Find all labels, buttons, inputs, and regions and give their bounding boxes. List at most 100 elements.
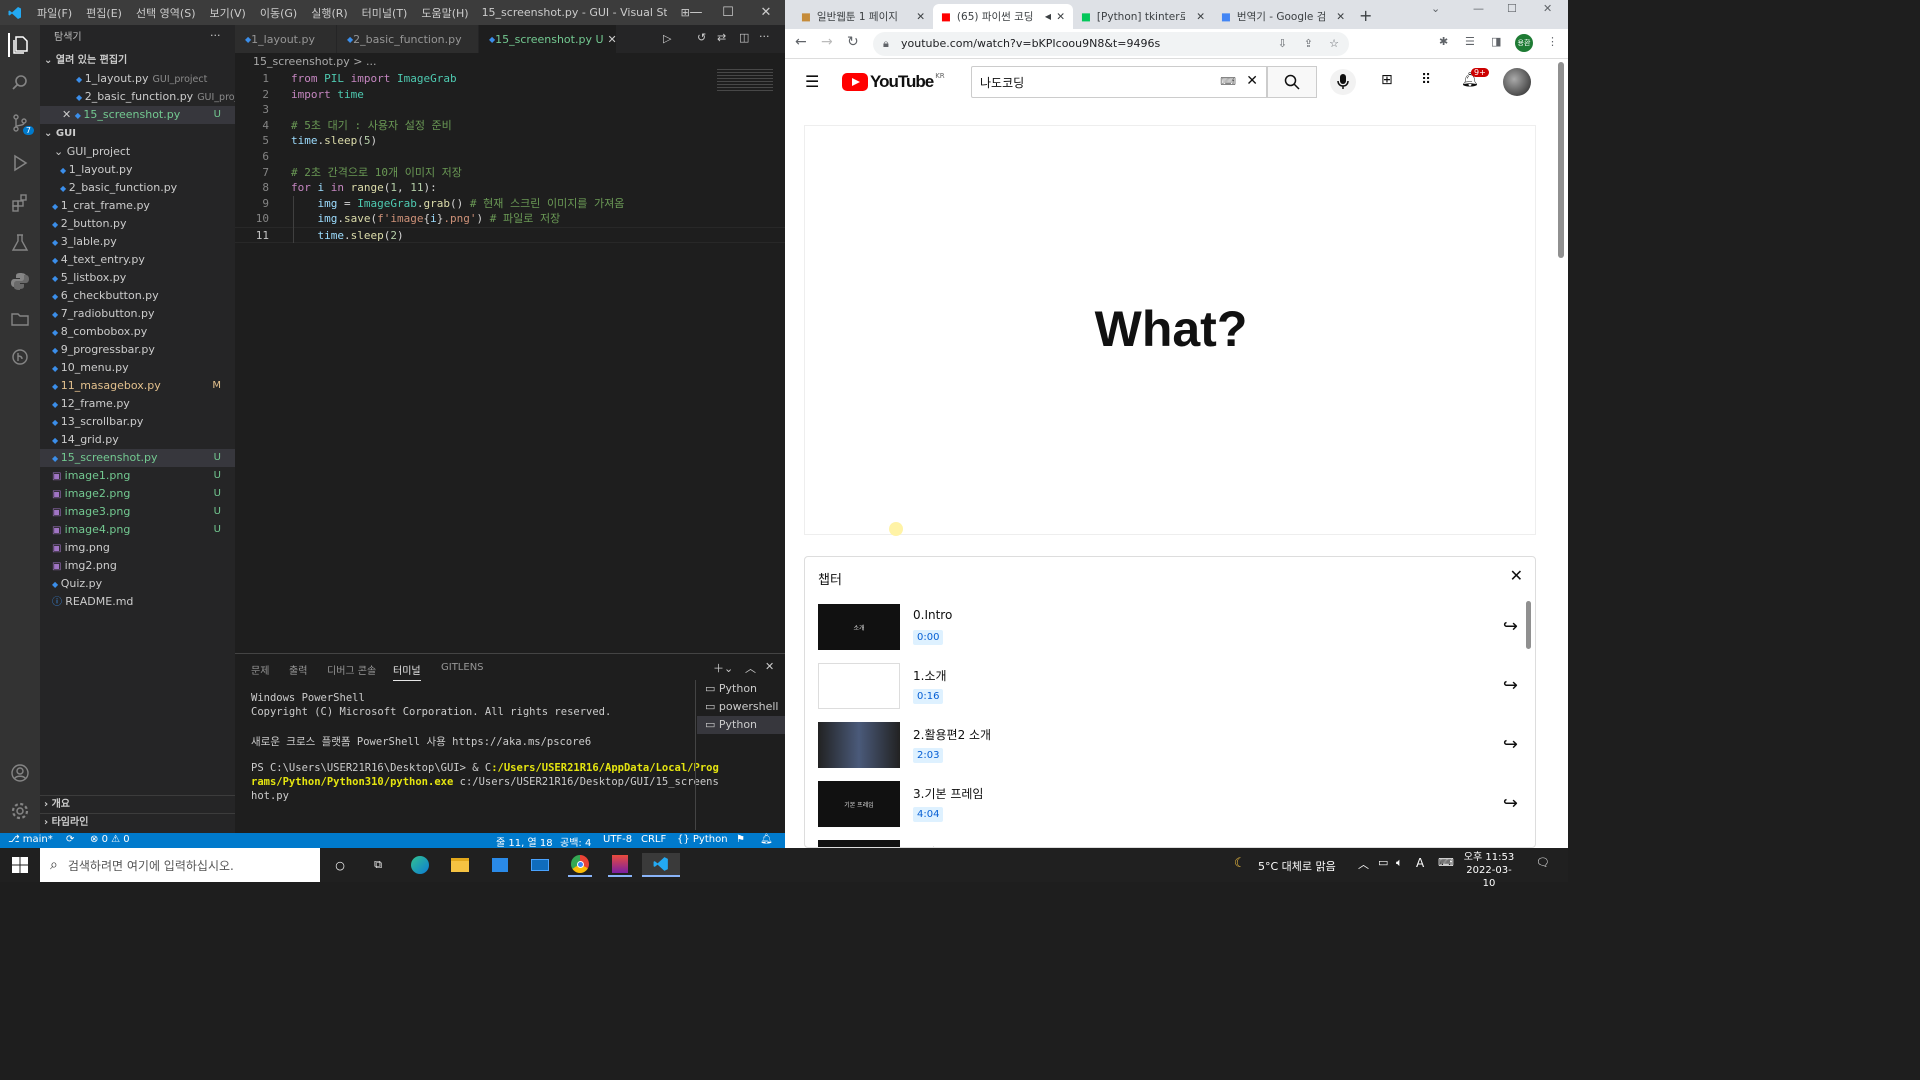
file-item[interactable]: ◆ 2_button.py <box>40 215 235 233</box>
chapter-timestamp[interactable]: 2:03 <box>913 748 944 763</box>
file-item[interactable]: ◆ 8_combobox.py <box>40 323 235 341</box>
youtube-search-input[interactable]: 나도코딩 ⌨ ✕ <box>971 66 1267 98</box>
code-line[interactable]: 8 for i in range(1, 11): <box>235 180 785 196</box>
file-explorer-icon[interactable] <box>448 853 472 877</box>
forward-icon[interactable]: → <box>821 34 833 50</box>
history-icon[interactable]: ↺ <box>697 31 706 44</box>
explorer-icon[interactable] <box>8 33 32 57</box>
account-icon[interactable] <box>8 761 32 785</box>
panel-tab[interactable]: GITLENS <box>441 662 484 673</box>
indentation[interactable]: 공백: 4 <box>560 834 591 849</box>
youtube-search-button[interactable] <box>1267 66 1317 98</box>
open-editor-item[interactable]: ◆ 1_layout.py GUI_project <box>40 70 235 88</box>
file-item[interactable]: ▣ image3.png U <box>40 503 235 521</box>
open-editor-item[interactable]: ◆ 2_basic_function.pyGUI_proj... <box>40 88 235 106</box>
cortana-icon[interactable]: ○ <box>328 853 352 877</box>
panel-tab[interactable]: 문제 <box>251 662 269 677</box>
menu-item[interactable]: 도움말(H) <box>414 5 475 21</box>
menu-item[interactable]: 보기(V) <box>202 5 252 21</box>
code-line[interactable]: 1 from PIL import ImageGrab <box>235 71 785 87</box>
code-line[interactable]: 9 img = ImageGrab.grab() # 현재 스크린 이미지를 가… <box>235 196 785 212</box>
back-icon[interactable]: ← <box>795 34 807 50</box>
settings-gear-icon[interactable] <box>8 799 32 823</box>
extensions-icon[interactable] <box>8 191 32 215</box>
file-item[interactable]: ◆ 12_frame.py <box>40 395 235 413</box>
folder-header[interactable]: ⌄ GUI <box>40 125 235 143</box>
code-line[interactable]: 7 # 2초 간격으로 10개 이미지 저장 <box>235 165 785 181</box>
browser-close-button[interactable]: ✕ <box>1543 2 1552 15</box>
browser-tab[interactable]: ■ [Python] tkinter로 ✕ <box>1073 4 1213 29</box>
menu-item[interactable]: 파일(F) <box>30 5 79 21</box>
close-panel-icon[interactable]: ✕ <box>765 660 774 673</box>
chapter-thumbnail[interactable] <box>818 722 900 768</box>
volume-icon[interactable]: 🔈︎ <box>1396 856 1403 870</box>
chapter-timestamp[interactable]: 0:00 <box>913 630 944 645</box>
open-editors-header[interactable]: ⌄ 열려 있는 편집기 <box>40 52 235 70</box>
timeline-header[interactable]: › 타임라인 <box>40 813 235 831</box>
chrome-menu-icon[interactable]: ⋮ <box>1547 35 1558 48</box>
browser-tab[interactable]: ■ 번역기 - Google 검 ✕ <box>1213 4 1353 29</box>
breadcrumb[interactable]: 15_screenshot.py > ... <box>253 55 377 71</box>
tab-search-icon[interactable]: ⌄ <box>1431 2 1440 15</box>
share-icon[interactable]: ↪ <box>1503 616 1518 637</box>
source-control-icon[interactable]: 7 <box>8 111 34 135</box>
code-line[interactable]: 5 time.sleep(5) <box>235 133 785 149</box>
file-item[interactable]: ◆ 15_screenshot.py U <box>40 449 235 467</box>
file-item[interactable]: ▣ img2.png <box>40 557 235 575</box>
edge-browser-icon[interactable] <box>408 853 432 877</box>
menu-item[interactable]: 이동(G) <box>253 5 304 21</box>
task-view-icon[interactable]: ⧉ <box>366 853 390 877</box>
file-item[interactable]: ◆ 5_listbox.py <box>40 269 235 287</box>
share-icon[interactable]: ↪ <box>1503 675 1518 696</box>
taskbar-search-box[interactable]: ⌕ 검색하려면 여기에 입력하십시오. <box>40 848 320 882</box>
action-center-icon[interactable]: 🗨︎ <box>1536 856 1550 869</box>
close-tab-icon[interactable]: ✕ <box>1056 11 1065 23</box>
python-icon[interactable] <box>8 269 32 293</box>
editor-more-icon[interactable]: ··· <box>759 30 770 43</box>
maximize-button[interactable]: ☐ <box>712 0 744 25</box>
search-icon[interactable] <box>8 71 32 95</box>
browser-tab[interactable]: ■ 일반웹툰 1 페이지 ✕ <box>793 4 933 29</box>
branch-indicator[interactable]: ⎇ main* <box>8 834 53 845</box>
create-video-icon[interactable]: ⊞ <box>1381 72 1393 88</box>
keyboard-icon[interactable]: ⌨ <box>1220 75 1236 88</box>
hamburger-menu-icon[interactable]: ☰ <box>805 72 819 91</box>
code-line[interactable]: 3 <box>235 102 785 118</box>
outline-header[interactable]: › 개요 <box>40 795 235 813</box>
chapter-item[interactable]: 기본 프레임 3.기본 프레임 4:04 ↪ <box>818 781 1518 831</box>
clear-search-icon[interactable]: ✕ <box>1246 73 1258 89</box>
code-line[interactable]: 10 img.save(f'image{i}.png') # 파일로 저장 <box>235 211 785 227</box>
browser-tab[interactable]: ■ (65) 파이썬 코딩 ◀ ✕ <box>933 4 1073 29</box>
vscode-taskbar-icon[interactable] <box>642 853 680 877</box>
close-window-button[interactable]: ✕ <box>750 0 782 25</box>
bookmark-star-icon[interactable]: ☆ <box>1329 32 1339 56</box>
chapter-thumbnail[interactable] <box>818 840 900 847</box>
weather-text[interactable]: 5°C 대체로 맑음 <box>1258 858 1336 874</box>
run-debug-icon[interactable] <box>8 151 32 175</box>
file-item[interactable]: ◆ 6_checkbutton.py <box>40 287 235 305</box>
file-item[interactable]: ◆ 13_scrollbar.py <box>40 413 235 431</box>
split-editor-icon[interactable]: ◫ <box>739 31 749 44</box>
share-icon[interactable]: ↪ <box>1503 734 1518 755</box>
reload-icon[interactable]: ↻ <box>847 34 859 50</box>
file-item[interactable]: ◆ 10_menu.py <box>40 359 235 377</box>
editor-tab[interactable]: ◆ 2_basic_function.py <box>337 25 479 53</box>
chapter-thumbnail[interactable]: 소개 <box>818 604 900 650</box>
network-icon[interactable]: ▭ <box>1378 856 1388 869</box>
file-item[interactable]: ▣ img.png <box>40 539 235 557</box>
file-item[interactable]: ◆ 1_crat_frame.py <box>40 197 235 215</box>
chapter-timestamp[interactable]: 0:16 <box>913 689 944 704</box>
tab-audio-icon[interactable]: ◀ <box>1045 12 1051 21</box>
close-tab-icon[interactable]: ✕ <box>1196 11 1205 23</box>
chapter-thumbnail[interactable] <box>818 663 900 709</box>
menu-item[interactable]: 터미널(T) <box>355 5 415 21</box>
pycharm-style-app-icon[interactable] <box>608 853 632 877</box>
youtube-avatar[interactable] <box>1503 68 1531 96</box>
page-scrollbar[interactable] <box>1558 62 1564 258</box>
browser-maximize-button[interactable]: ☐ <box>1507 2 1517 15</box>
notifications-bell-icon[interactable]: 🔔︎ <box>760 834 773 845</box>
close-chapters-icon[interactable]: ✕ <box>1510 566 1523 585</box>
code-line[interactable]: 2 import time <box>235 87 785 103</box>
terminal-instance[interactable]: ▭ Python <box>697 716 785 734</box>
share-icon[interactable]: ↪ <box>1503 793 1518 814</box>
